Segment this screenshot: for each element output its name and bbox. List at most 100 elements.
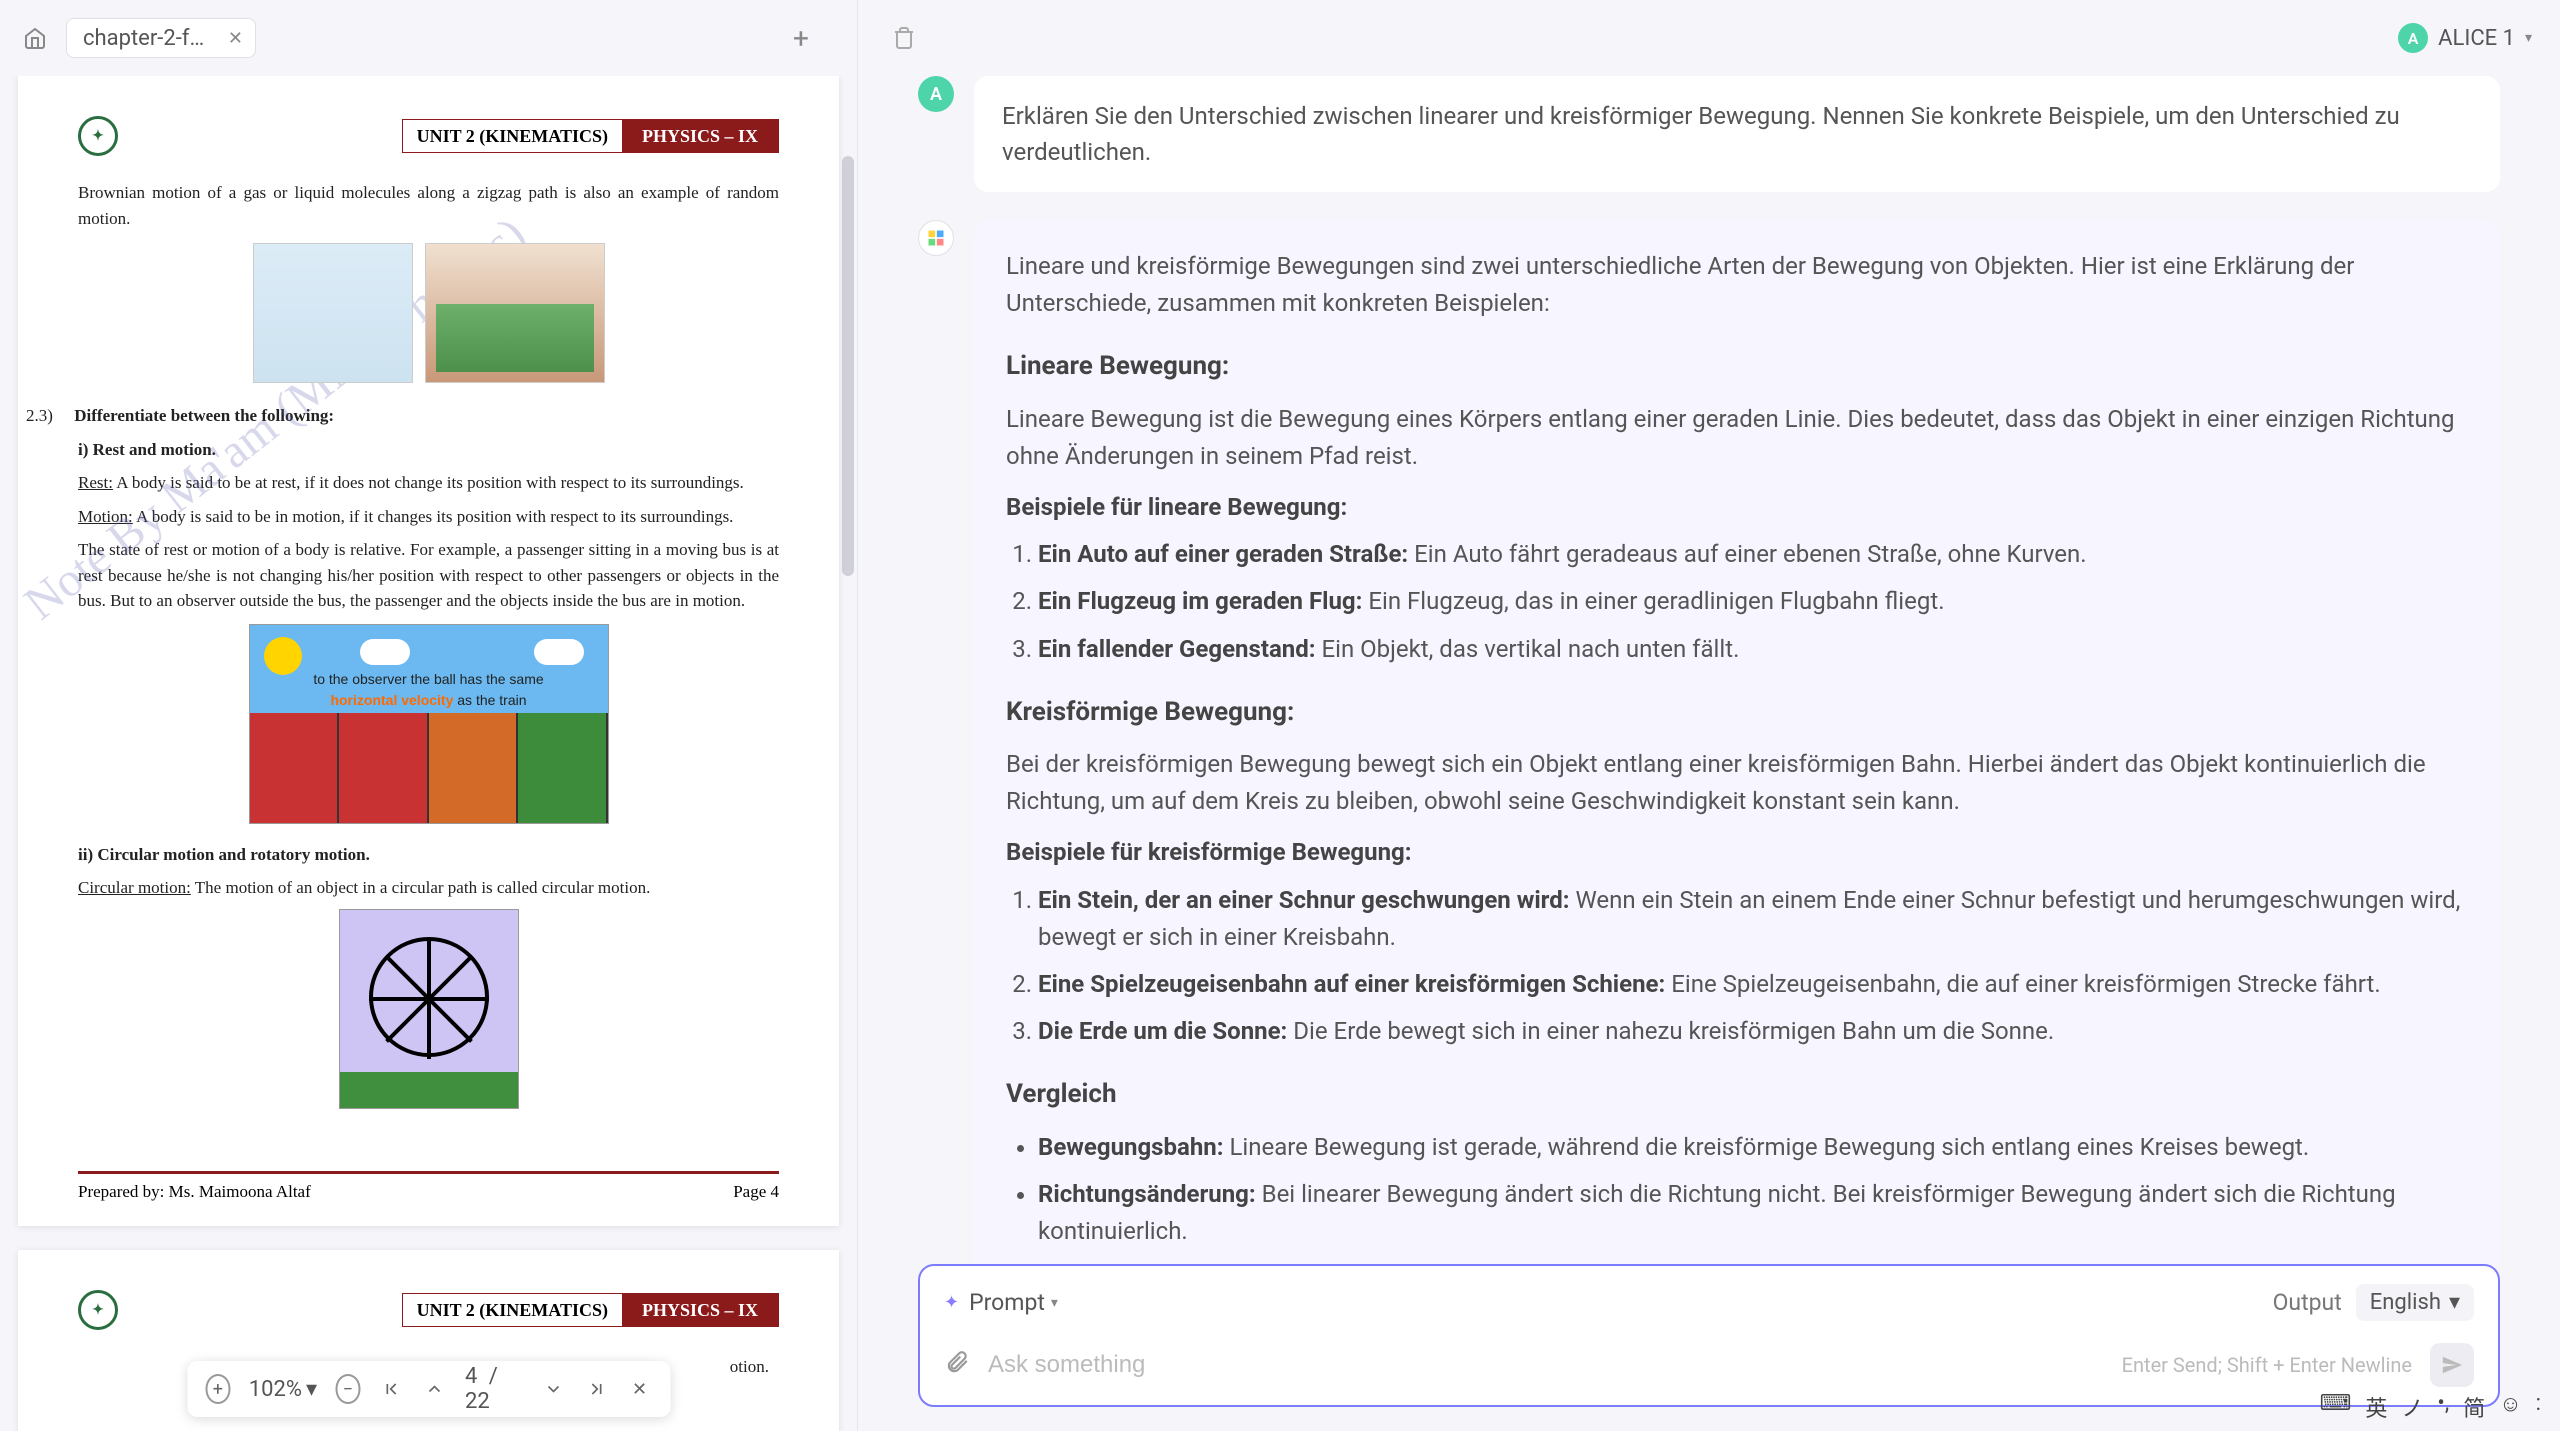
school-logo-icon: ✦	[78, 116, 118, 156]
language-dropdown[interactable]: English ▾	[2356, 1284, 2474, 1321]
ai-heading: Lineare Bewegung:	[1006, 346, 2468, 386]
send-icon	[2441, 1354, 2463, 1376]
avatar: A	[2398, 23, 2428, 53]
zoom-in-button[interactable]: +	[205, 1374, 231, 1404]
home-icon	[23, 26, 47, 50]
trash-icon	[892, 26, 916, 50]
ime-item[interactable]: •,	[2432, 1389, 2454, 1425]
list-item: Die Erde um die Sonne: Die Erde bewegt s…	[1038, 1013, 2468, 1050]
unit-banner: UNIT 2 (KINEMATICS) PHYSICS – IX	[402, 119, 779, 153]
next-page-button[interactable]	[541, 1374, 566, 1404]
chat-input-area: ✦ Prompt ▾ Output English ▾ Enter Send; …	[918, 1264, 2500, 1407]
page-number: Page 4	[733, 1182, 779, 1202]
item-ii: ii) Circular motion and rotatory motion.	[78, 842, 779, 868]
home-button[interactable]	[14, 17, 56, 59]
pdf-toolbar: + 102% ▾ − 4 / 22	[187, 1361, 670, 1417]
figure-row	[78, 243, 779, 383]
ime-bar[interactable]: ⌨ 英 ノ •, 简 ☺ :	[2315, 1389, 2546, 1425]
user-menu[interactable]: A ALICE 1 ▾	[2398, 23, 2532, 53]
page-indicator: 4 / 22	[465, 1364, 523, 1414]
document-viewer[interactable]: Note By Ma'am (MMS Physics) ✦ UNIT 2 (KI…	[0, 76, 857, 1431]
def-rest: Rest: A body is said to be at rest, if i…	[78, 470, 779, 496]
list-item: Richtungsänderung: Bei linearer Bewegung…	[1038, 1176, 2468, 1250]
tab-bar: chapter-2-for-... ✕ +	[0, 0, 857, 76]
ai-list-linear: Ein Auto auf einer geraden Straße: Ein A…	[1006, 536, 2468, 668]
user-name: ALICE 1	[2438, 26, 2515, 51]
last-page-button[interactable]	[584, 1374, 609, 1404]
question-2-3: 2.3) Differentiate between the following…	[78, 403, 779, 429]
page-header: ✦ UNIT 2 (KINEMATICS) PHYSICS – IX	[78, 116, 779, 156]
ime-item[interactable]: ☺	[2494, 1389, 2526, 1425]
document-page: Note By Ma'am (MMS Physics) ✦ UNIT 2 (KI…	[18, 76, 839, 1226]
text-relative: The state of rest or motion of a body is…	[78, 537, 779, 614]
first-page-button[interactable]	[379, 1374, 404, 1404]
chevron-down-icon[interactable]: ▾	[1051, 1295, 1058, 1311]
page-header: ✦ UNIT 2 (KINEMATICS) PHYSICS – IX	[78, 1290, 779, 1330]
chat-pane: A ALICE 1 ▾ A Erklären Sie den Unterschi…	[858, 0, 2560, 1431]
send-button[interactable]	[2430, 1343, 2474, 1387]
input-hint: Enter Send; Shift + Enter Newline	[2122, 1353, 2412, 1377]
list-item: Eine Spielzeugeisenbahn auf einer kreisf…	[1038, 966, 2468, 1003]
chat-scroll[interactable]: A Erklären Sie den Unterschied zwischen …	[858, 76, 2560, 1264]
ime-item[interactable]: 英	[2360, 1389, 2392, 1425]
message-assistant: Lineare und kreisförmige Bewegungen sind…	[918, 220, 2500, 1264]
ime-item[interactable]: :	[2531, 1389, 2546, 1425]
prev-page-button[interactable]	[422, 1374, 447, 1404]
ai-heading: Vergleich	[1006, 1074, 2468, 1114]
message-bubble: Lineare und kreisförmige Bewegungen sind…	[974, 220, 2500, 1264]
ferris-wheel-icon	[369, 937, 489, 1057]
close-toolbar-button[interactable]: ✕	[627, 1374, 652, 1404]
zoom-out-button[interactable]: −	[335, 1374, 361, 1404]
input-controls: ✦ Prompt ▾ Output English ▾	[940, 1280, 2478, 1331]
prompt-dropdown[interactable]: Prompt	[969, 1289, 1045, 1316]
attach-button[interactable]	[944, 1349, 970, 1382]
chevron-down-icon: ▾	[2525, 30, 2532, 46]
ai-heading: Kreisförmige Bewegung:	[1006, 692, 2468, 732]
cloud-icon	[534, 639, 584, 665]
list-item: Ein fallender Gegenstand: Ein Objekt, da…	[1038, 631, 2468, 668]
message-user: A Erklären Sie den Unterschied zwischen …	[918, 76, 2500, 192]
def-circular: Circular motion: The motion of an object…	[78, 875, 779, 901]
ai-logo-icon	[926, 228, 946, 248]
ime-item[interactable]: 简	[2458, 1389, 2490, 1425]
chat-input[interactable]	[988, 1351, 2104, 1379]
output-label: Output	[2273, 1289, 2342, 1316]
ai-paragraph: Bei der kreisförmigen Bewegung bewegt si…	[1006, 746, 2468, 820]
ai-subhead: Beispiele für kreisförmige Bewegung:	[1006, 834, 2468, 871]
question-text: Differentiate between the following:	[74, 406, 334, 425]
add-tab-button[interactable]: +	[783, 20, 819, 56]
chevron-down-icon: ▾	[2449, 1290, 2460, 1315]
school-logo-icon: ✦	[78, 1290, 118, 1330]
avatar	[918, 220, 954, 256]
unit-label: UNIT 2 (KINEMATICS)	[403, 1294, 622, 1326]
figure-birds	[253, 243, 413, 383]
figure-train: to the observer the ball has the same ho…	[249, 624, 609, 824]
sparkle-icon: ✦	[944, 1292, 959, 1313]
subject-label: PHYSICS – IX	[622, 1294, 778, 1326]
ai-list-circ: Ein Stein, der an einer Schnur geschwung…	[1006, 882, 2468, 1051]
list-item: Bewegungsbahn: Lineare Bewegung ist gera…	[1038, 1129, 2468, 1166]
def-motion: Motion: A body is said to be in motion, …	[78, 504, 779, 530]
ime-item[interactable]: ⌨	[2315, 1389, 2357, 1425]
ime-item[interactable]: ノ	[2396, 1389, 2428, 1425]
zoom-level[interactable]: 102% ▾	[249, 1377, 317, 1402]
item-i: i) Rest and motion.	[78, 437, 779, 463]
scrollbar[interactable]	[842, 156, 854, 576]
ai-list-compare: Bewegungsbahn: Lineare Bewegung ist gera…	[1006, 1129, 2468, 1264]
subject-label: PHYSICS – IX	[622, 120, 778, 152]
figure-caption: to the observer the ball has the same ho…	[250, 669, 608, 711]
prepared-by: Prepared by: Ms. Maimoona Altaf	[78, 1182, 311, 1202]
document-pane: chapter-2-for-... ✕ + Note By Ma'am (MMS…	[0, 0, 858, 1431]
text-brownian: Brownian motion of a gas or liquid molec…	[78, 180, 779, 231]
current-page[interactable]: 4	[465, 1364, 477, 1389]
train-body	[250, 713, 608, 823]
chevron-down-icon: ▾	[306, 1377, 317, 1402]
delete-button[interactable]	[886, 20, 922, 56]
document-tab[interactable]: chapter-2-for-... ✕	[66, 18, 256, 58]
close-icon[interactable]: ✕	[228, 28, 243, 49]
unit-banner: UNIT 2 (KINEMATICS) PHYSICS – IX	[402, 1293, 779, 1327]
input-row: Enter Send; Shift + Enter Newline	[940, 1331, 2478, 1391]
page-footer: Prepared by: Ms. Maimoona Altaf Page 4	[78, 1171, 779, 1202]
total-pages: 22	[465, 1389, 490, 1414]
unit-label: UNIT 2 (KINEMATICS)	[403, 120, 622, 152]
